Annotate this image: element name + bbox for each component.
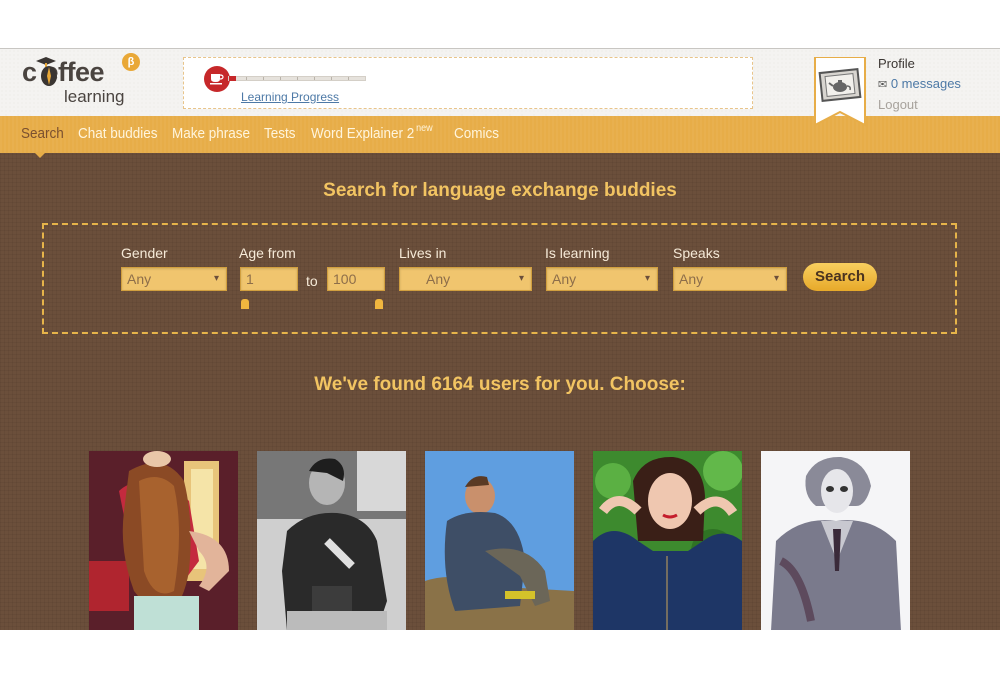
content: Search for language exchange buddies Gen… <box>0 153 1000 630</box>
search-form: Gender Any ▾ Age from 1 to 100 Lives in … <box>42 223 957 334</box>
nav-item-comics[interactable]: Comics <box>454 125 499 142</box>
age-to-input[interactable]: 100 <box>327 267 385 291</box>
progress-tick <box>263 77 264 80</box>
is-learning-select[interactable]: Any ▾ <box>546 267 658 291</box>
progress-tick <box>246 77 247 80</box>
nav-item-word-explainer[interactable]: Word Explainer 2 new <box>311 123 433 142</box>
progress-bar <box>228 76 366 81</box>
progress-tick <box>314 77 315 80</box>
age-max-slider-handle[interactable] <box>375 299 383 309</box>
coffee-cup-icon <box>204 66 230 92</box>
page: c effee learning β Learning Progress Pro… <box>0 48 1000 630</box>
envelope-icon: ✉ <box>878 79 888 91</box>
speaks-label: Speaks <box>673 245 720 261</box>
messages-link[interactable]: ✉ 0 messages <box>878 74 961 95</box>
user-menu: Profile ✉ 0 messages Logout <box>878 54 961 115</box>
logo[interactable]: c effee learning β <box>20 53 150 109</box>
gender-value: Any <box>127 271 152 287</box>
messages-count: 0 messages <box>890 76 961 91</box>
age-min-slider-handle[interactable] <box>241 299 249 309</box>
is-learning-value: Any <box>552 271 577 287</box>
new-badge: new <box>416 123 433 134</box>
dropdown-arrow-icon: ▾ <box>518 273 524 284</box>
nav-item-search[interactable]: Search <box>21 125 64 142</box>
lives-in-select[interactable]: Any ▾ <box>399 267 532 291</box>
coffee-bean-icon <box>41 66 57 86</box>
progress-tick <box>348 77 349 80</box>
is-learning-label: Is learning <box>545 245 610 261</box>
search-button[interactable]: Search <box>803 263 877 291</box>
search-title: Search for language exchange buddies <box>323 180 677 201</box>
logout-link[interactable]: Logout <box>878 95 961 115</box>
progress-tick <box>297 77 298 80</box>
active-nav-indicator <box>34 152 46 158</box>
logo-subtitle: learning <box>64 87 125 106</box>
age-from-input[interactable]: 1 <box>240 267 298 291</box>
dropdown-arrow-icon: ▾ <box>644 273 650 284</box>
nav-item-word-explainer-label: Word Explainer 2 <box>311 125 415 142</box>
logo-text: c effee <box>22 57 105 87</box>
progress-tick <box>280 77 281 80</box>
speaks-select[interactable]: Any ▾ <box>673 267 787 291</box>
user-photo[interactable] <box>257 451 406 630</box>
speaks-value: Any <box>679 271 704 287</box>
nav-item-chat-buddies[interactable]: Chat buddies <box>78 125 158 142</box>
learning-progress-link[interactable]: Learning Progress <box>241 90 339 104</box>
user-photo[interactable] <box>425 451 574 630</box>
age-from-label: Age from <box>239 245 296 261</box>
gender-label: Gender <box>121 245 168 261</box>
age-to-label: to <box>306 273 318 289</box>
dropdown-arrow-icon: ▾ <box>773 273 779 284</box>
progress-tick <box>331 77 332 80</box>
user-photo[interactable] <box>89 451 238 630</box>
results-title: We've found 6164 users for you. Choose: <box>314 374 686 395</box>
learning-progress-panel: Learning Progress <box>183 57 753 109</box>
profile-avatar-badge[interactable] <box>814 57 866 127</box>
gender-select[interactable]: Any ▾ <box>121 267 227 291</box>
lives-in-label: Lives in <box>399 245 447 261</box>
nav-item-tests[interactable]: Tests <box>264 125 296 142</box>
lives-in-value: Any <box>426 271 451 287</box>
header: c effee learning β Learning Progress Pro… <box>0 49 1000 127</box>
progress-fill <box>229 76 236 81</box>
beta-badge: β <box>122 53 140 71</box>
user-photo[interactable] <box>761 451 910 630</box>
user-photo[interactable] <box>593 451 742 630</box>
profile-link[interactable]: Profile <box>878 54 961 74</box>
nav-item-make-phrase[interactable]: Make phrase <box>172 125 250 142</box>
dropdown-arrow-icon: ▾ <box>213 273 219 284</box>
